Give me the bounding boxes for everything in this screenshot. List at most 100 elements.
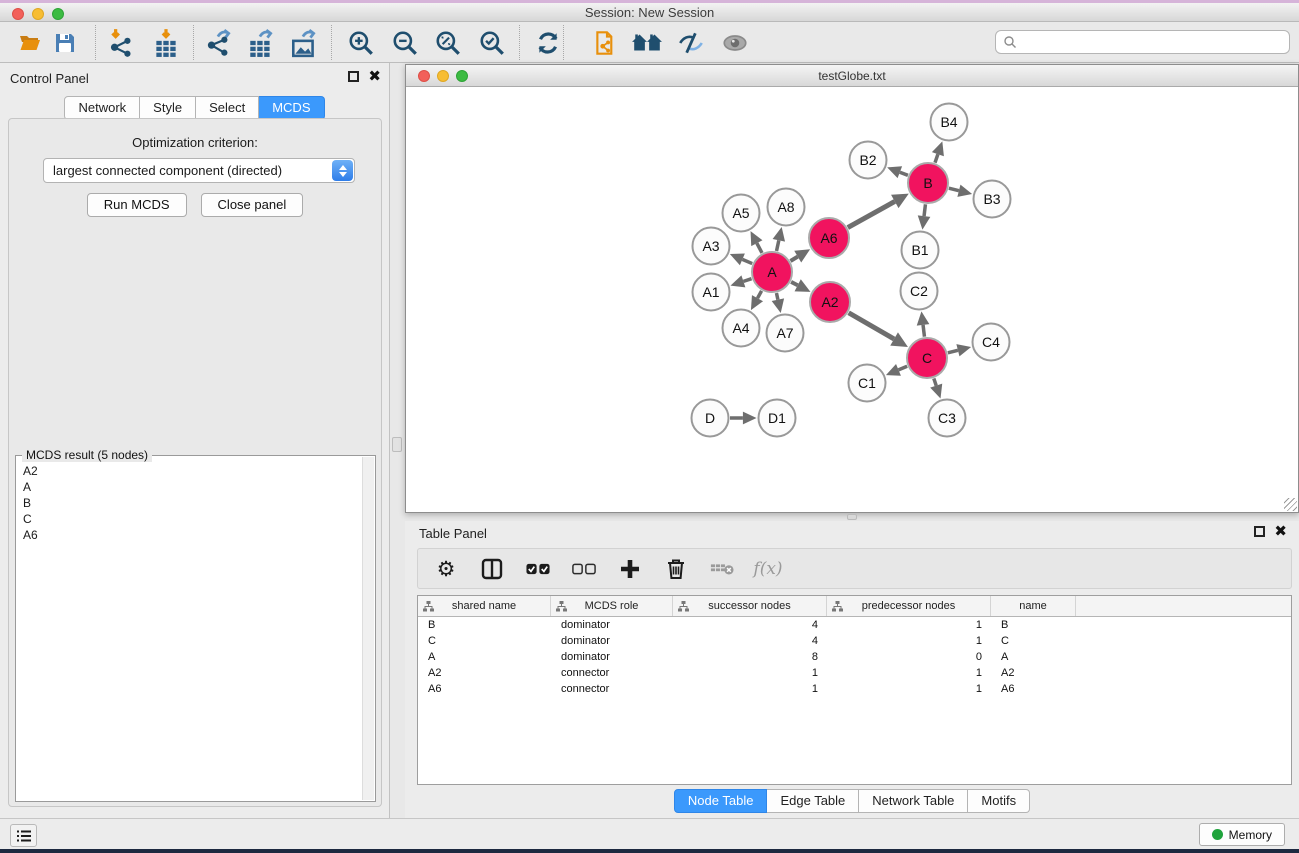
tab-network-table[interactable]: Network Table xyxy=(859,789,968,813)
cell-predecessor-nodes[interactable]: 1 xyxy=(827,635,991,647)
cell-shared-name[interactable]: A6 xyxy=(418,683,551,695)
cell-predecessor-nodes[interactable]: 1 xyxy=(827,619,991,631)
tab-mcds[interactable]: MCDS xyxy=(259,96,324,120)
close-panel-button[interactable]: Close panel xyxy=(201,193,304,217)
graph-node-label: D1 xyxy=(768,410,786,426)
search-input[interactable] xyxy=(1022,35,1289,49)
home-icon[interactable] xyxy=(630,26,664,59)
network-canvas[interactable]: B4B2BB3A8A5A6A3B1AC2A1A2A4A7C4CC1C3DD1 xyxy=(406,87,1298,512)
run-mcds-button[interactable]: Run MCDS xyxy=(87,193,187,217)
import-network-icon[interactable] xyxy=(104,26,138,59)
cell-predecessor-nodes[interactable]: 0 xyxy=(827,651,991,663)
tab-select[interactable]: Select xyxy=(196,96,259,120)
tab-style[interactable]: Style xyxy=(140,96,196,120)
add-column-icon[interactable] xyxy=(618,557,642,581)
cell-shared-name[interactable]: A2 xyxy=(418,667,551,679)
select-all-checkboxes-icon[interactable] xyxy=(526,557,550,581)
cell-name[interactable]: A xyxy=(991,651,1076,663)
cell-MCDS-role[interactable]: dominator xyxy=(551,619,673,631)
zoom-selected-icon[interactable] xyxy=(475,26,509,59)
table-row[interactable]: A6connector11A6 xyxy=(418,681,1291,697)
cell-name[interactable]: B xyxy=(991,619,1076,631)
refresh-icon[interactable] xyxy=(531,26,565,59)
resize-grip[interactable] xyxy=(1284,498,1297,511)
tab-node-table[interactable]: Node Table xyxy=(674,789,768,813)
cell-successor-nodes[interactable]: 4 xyxy=(673,635,827,647)
table-row[interactable]: Adominator80A xyxy=(418,649,1291,665)
result-item[interactable]: A2 xyxy=(23,463,362,479)
save-session-icon[interactable] xyxy=(48,26,82,59)
panel-selector-button[interactable] xyxy=(10,824,37,847)
cell-successor-nodes[interactable]: 8 xyxy=(673,651,827,663)
horizontal-divider-handle[interactable] xyxy=(847,514,857,520)
cell-MCDS-role[interactable]: dominator xyxy=(551,651,673,663)
table-row[interactable]: Bdominator41B xyxy=(418,617,1291,633)
new-network-from-file-icon[interactable] xyxy=(590,26,624,59)
cell-MCDS-role[interactable]: connector xyxy=(551,667,673,679)
cell-name[interactable]: A2 xyxy=(991,667,1076,679)
cell-shared-name[interactable]: A xyxy=(418,651,551,663)
show-eye-icon[interactable] xyxy=(718,26,752,59)
result-item[interactable]: C xyxy=(23,511,362,527)
open-file-icon[interactable] xyxy=(13,26,47,59)
mcds-result-list[interactable]: A2ABCA6 xyxy=(17,459,362,800)
hide-eye-icon[interactable] xyxy=(674,26,708,59)
node-table[interactable]: shared nameMCDS rolesuccessor nodesprede… xyxy=(417,595,1292,785)
deselect-checkboxes-icon[interactable] xyxy=(572,557,596,581)
cell-MCDS-role[interactable]: connector xyxy=(551,683,673,695)
export-table-icon[interactable] xyxy=(244,26,278,59)
zoom-in-icon[interactable] xyxy=(344,26,378,59)
zoom-fit-icon[interactable] xyxy=(431,26,465,59)
gear-icon[interactable]: ⚙ xyxy=(434,557,458,581)
search-icon xyxy=(1003,35,1017,49)
import-table-icon[interactable] xyxy=(149,26,183,59)
table-row[interactable]: Cdominator41C xyxy=(418,633,1291,649)
graph-node-label: B2 xyxy=(859,152,876,168)
cell-MCDS-role[interactable]: dominator xyxy=(551,635,673,647)
column-header-successor-nodes[interactable]: successor nodes xyxy=(673,596,827,616)
function-builder-icon[interactable]: f(x) xyxy=(756,557,780,581)
cell-shared-name[interactable]: C xyxy=(418,635,551,647)
tab-motifs[interactable]: Motifs xyxy=(968,789,1030,813)
column-header-name[interactable]: name xyxy=(991,596,1076,616)
cell-shared-name[interactable]: B xyxy=(418,619,551,631)
cell-name[interactable]: A6 xyxy=(991,683,1076,695)
tab-edge-table[interactable]: Edge Table xyxy=(767,789,859,813)
cell-successor-nodes[interactable]: 1 xyxy=(673,683,827,695)
result-item[interactable]: A6 xyxy=(23,527,362,543)
graph-node-label: A4 xyxy=(732,320,749,336)
delete-icon[interactable] xyxy=(664,557,688,581)
network-window-titlebar[interactable]: testGlobe.txt xyxy=(406,65,1298,87)
export-image-icon[interactable] xyxy=(287,26,321,59)
memory-button[interactable]: Memory xyxy=(1199,823,1285,846)
cell-successor-nodes[interactable]: 1 xyxy=(673,667,827,679)
cell-name[interactable]: C xyxy=(991,635,1076,647)
network-graph[interactable]: B4B2BB3A8A5A6A3B1AC2A1A2A4A7C4CC1C3DD1 xyxy=(406,87,1298,513)
graph-node-label: D xyxy=(705,410,715,426)
column-header-shared-name[interactable]: shared name xyxy=(418,596,551,616)
search-field[interactable] xyxy=(995,30,1290,54)
cell-successor-nodes[interactable]: 4 xyxy=(673,619,827,631)
graph-node-label: A xyxy=(767,264,777,280)
cell-predecessor-nodes[interactable]: 1 xyxy=(827,683,991,695)
table-row[interactable]: A2connector11A2 xyxy=(418,665,1291,681)
result-scrollbar[interactable] xyxy=(362,457,374,800)
zoom-out-icon[interactable] xyxy=(388,26,422,59)
toolbar-separator xyxy=(193,25,194,60)
split-divider-handle[interactable] xyxy=(392,437,402,452)
result-item[interactable]: A xyxy=(23,479,362,495)
delete-table-icon[interactable] xyxy=(710,557,734,581)
split-columns-icon[interactable] xyxy=(480,557,504,581)
result-item[interactable]: B xyxy=(23,495,362,511)
column-header-predecessor-nodes[interactable]: predecessor nodes xyxy=(827,596,991,616)
tab-network[interactable]: Network xyxy=(64,96,140,120)
table-body: Bdominator41BCdominator41CAdominator80AA… xyxy=(418,617,1291,697)
cell-predecessor-nodes[interactable]: 1 xyxy=(827,667,991,679)
criterion-dropdown[interactable]: largest connected component (directed) xyxy=(43,158,355,183)
export-network-icon[interactable] xyxy=(202,26,236,59)
column-header-MCDS-role[interactable]: MCDS role xyxy=(551,596,673,616)
close-table-panel-icon[interactable]: ✖ xyxy=(1274,526,1287,537)
float-panel-icon[interactable] xyxy=(348,71,359,82)
close-panel-icon[interactable]: ✖ xyxy=(368,71,381,82)
float-table-panel-icon[interactable] xyxy=(1254,526,1265,537)
